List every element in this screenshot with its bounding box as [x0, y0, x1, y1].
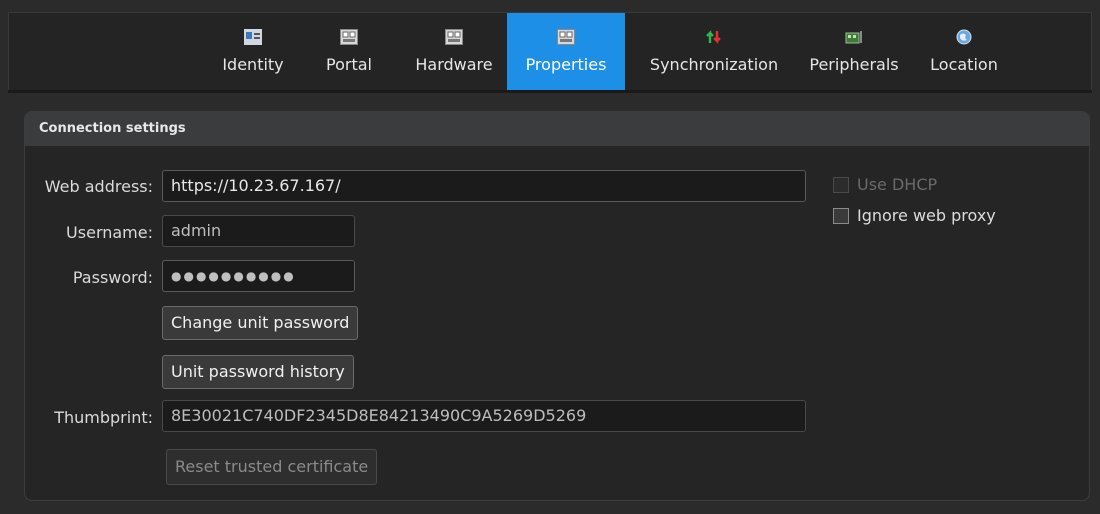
- tab-bar: Identity Portal Hardware Properties Sync…: [8, 12, 1092, 91]
- tab-portal[interactable]: Portal: [309, 13, 389, 91]
- connection-settings-panel: Connection settings Web address: https:/…: [24, 111, 1090, 501]
- identity-icon: [244, 29, 262, 45]
- tab-synchronization[interactable]: Synchronization: [639, 13, 789, 91]
- tab-label: Properties: [525, 55, 607, 74]
- ignore-proxy-label: Ignore web proxy: [857, 206, 996, 225]
- tab-label: Peripherals: [809, 55, 899, 74]
- password-history-button[interactable]: Unit password history: [162, 355, 354, 389]
- username-input[interactable]: admin: [162, 215, 355, 247]
- tab-bar-divider: [8, 90, 1092, 93]
- tab-hardware[interactable]: Hardware: [399, 13, 509, 91]
- hardware-icon: [445, 29, 463, 45]
- thumbprint-field[interactable]: 8E30021C740DF2345D8E84213490C9A5269D5269: [162, 400, 806, 432]
- tab-label: Portal: [326, 55, 372, 74]
- thumbprint-label: Thumbprint:: [54, 408, 153, 427]
- use-dhcp-checkbox[interactable]: Use DHCP: [833, 175, 937, 194]
- tab-properties[interactable]: Properties: [507, 13, 625, 91]
- tab-peripherals[interactable]: Peripherals: [799, 13, 909, 91]
- ignore-proxy-checkbox[interactable]: Ignore web proxy: [833, 206, 996, 225]
- panel-title: Connection settings: [25, 112, 1089, 146]
- change-password-button[interactable]: Change unit password: [162, 306, 359, 340]
- reset-certificate-button[interactable]: Reset trusted certificate: [166, 449, 378, 485]
- tab-label: Location: [930, 55, 998, 74]
- use-dhcp-label: Use DHCP: [857, 175, 938, 194]
- password-label: Password:: [72, 268, 153, 287]
- tab-location[interactable]: Location: [919, 13, 1009, 91]
- use-dhcp-box: [833, 176, 849, 193]
- tab-label: Identity: [222, 55, 284, 74]
- tab-label: Synchronization: [649, 55, 779, 74]
- password-input[interactable]: ●●●●●●●●●●: [162, 260, 355, 292]
- location-icon: [956, 29, 972, 45]
- tab-identity[interactable]: Identity: [209, 13, 297, 91]
- properties-icon: [557, 29, 575, 45]
- sync-icon: [706, 30, 721, 44]
- web-address-label: Web address:: [44, 177, 153, 196]
- tab-label: Hardware: [415, 55, 493, 74]
- username-label: Username:: [66, 223, 153, 242]
- peripherals-icon: [845, 31, 862, 44]
- ignore-proxy-box: [833, 207, 849, 224]
- portal-icon: [340, 29, 358, 45]
- web-address-input[interactable]: https://10.23.67.167/: [162, 170, 806, 202]
